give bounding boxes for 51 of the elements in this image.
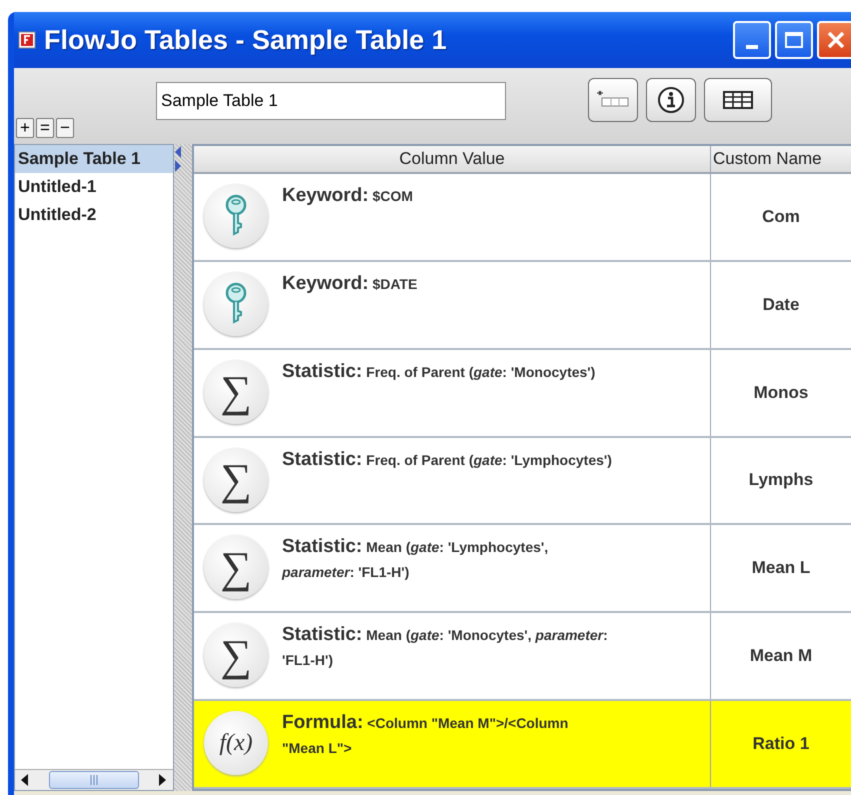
table-icon [723,91,753,109]
minimize-icon [746,45,758,49]
table-row[interactable]: ∑ Statistic: Freq. of Parent (gate: 'Monocytes') Monos [194,350,851,438]
table-row[interactable]: Keyword: $COM Com [194,174,851,262]
column-value: Statistic: Mean (gate: 'Monocytes', parameter: 'FL1-H') [282,623,609,670]
key-icon [204,184,268,248]
size-button[interactable]: = [36,118,54,138]
sigma-icon: ∑ [204,535,268,600]
column-value: Statistic: Freq. of Parent (gate: 'Lymphocytes') [282,448,612,472]
add-column-button[interactable] [588,78,638,122]
custom-name: Lymphs [710,438,851,524]
custom-name: Date [710,262,851,348]
table-view-button[interactable] [704,78,772,122]
info-button[interactable] [646,78,696,122]
column-value: Statistic: Mean (gate: 'Lymphocytes', parameter: 'FL1-H') [282,535,550,582]
table-row[interactable]: Keyword: $DATE Date [194,262,851,350]
column-value: Formula: <Column "Mean M">/<Column "Mean L"> [282,711,570,758]
column-value: Statistic: Freq. of Parent (gate: 'Monocytes') [282,360,596,384]
splitter-handle[interactable] [174,144,192,791]
custom-name: Mean L [710,525,851,612]
table-name-field[interactable]: Sample Table 1 [156,82,506,120]
sidebar-item[interactable]: Untitled-2 [15,201,173,229]
column-value: Keyword: $DATE [282,272,418,296]
window-title: FlowJo Tables - Sample Table 1 [44,24,448,56]
maximize-button[interactable] [775,21,813,59]
table-row[interactable]: ∑ Statistic: Freq. of Parent (gate: 'Lymphocytes') Lymphs [194,438,851,526]
close-icon [826,30,846,50]
function-icon: f(x) [204,711,268,776]
custom-name: Monos [710,350,851,436]
size-button[interactable]: − [56,118,74,138]
sidebar-item[interactable]: Sample Table 1 [15,145,173,173]
minimize-button[interactable] [733,21,771,59]
sigma-icon: ∑ [204,448,268,512]
custom-name: Ratio 1 [710,701,851,787]
custom-name: Mean M [710,613,851,700]
column-value: Keyword: $COM [282,184,414,208]
app-icon [18,31,36,49]
column-header[interactable]: Column Value [194,146,710,172]
key-icon [204,272,268,336]
column-header[interactable]: Custom Name [710,146,851,172]
sigma-icon: ∑ [204,623,268,688]
table-row[interactable]: f(x) Formula: <Column "Mean M">/<Column "Mean L"> Ratio 1 [194,701,851,789]
info-icon [656,85,686,115]
custom-name: Com [710,174,851,260]
table-row[interactable]: ∑ Statistic: Mean (gate: 'Lymphocytes', parameter: 'FL1-H') Mean L [194,525,851,614]
maximize-icon [784,31,804,49]
sigma-icon: ∑ [204,360,268,424]
sidebar-item[interactable]: Untitled-1 [15,173,173,201]
scrollbar-thumb[interactable] [49,771,139,789]
size-button[interactable]: + [16,118,34,138]
close-button[interactable] [817,21,851,59]
